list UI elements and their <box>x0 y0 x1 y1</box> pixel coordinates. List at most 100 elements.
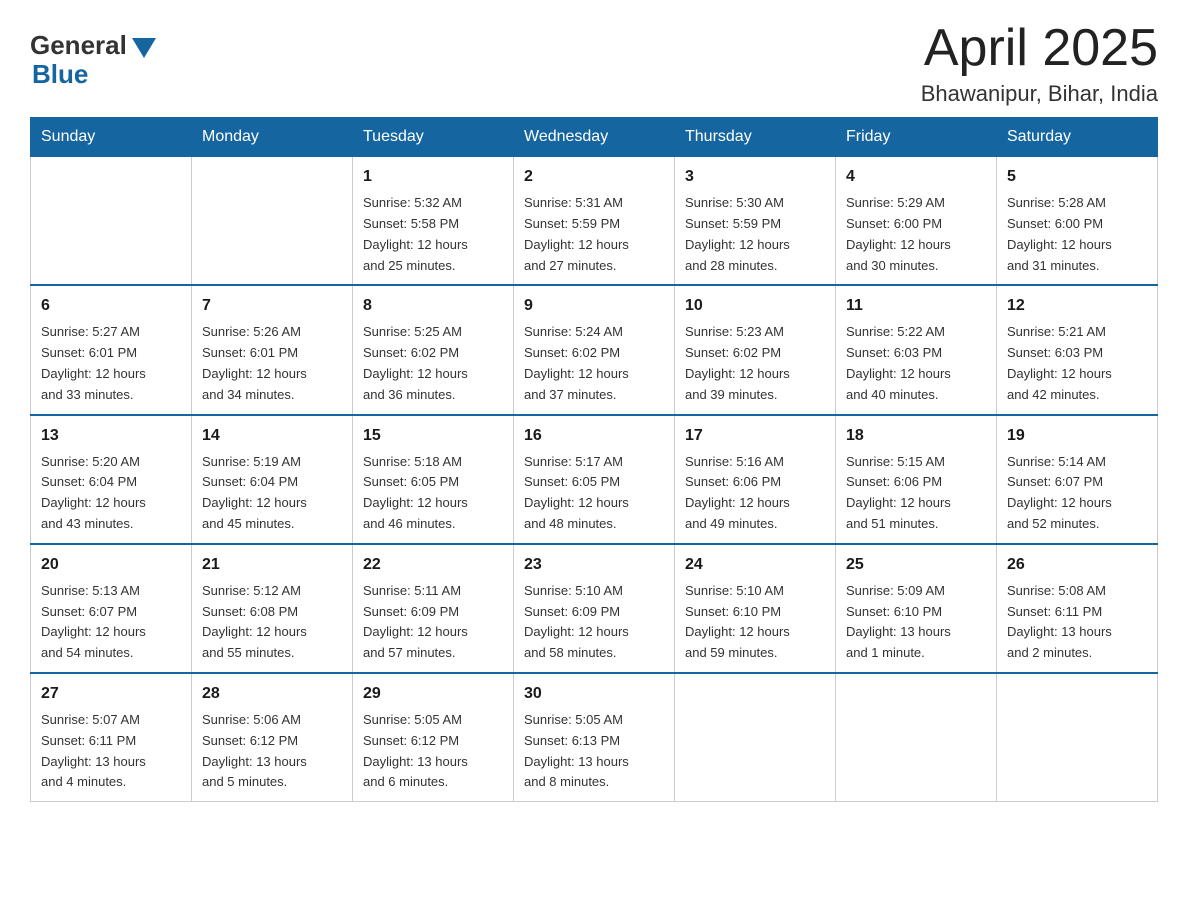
calendar-cell: 26 Sunrise: 5:08 AM Sunset: 6:11 PM Dayli… <box>997 544 1158 673</box>
logo: General Blue <box>30 30 156 90</box>
day-number: 22 <box>363 553 503 577</box>
calendar-cell: 15 Sunrise: 5:18 AM Sunset: 6:05 PM Dayli… <box>353 415 514 544</box>
calendar-cell <box>997 673 1158 802</box>
calendar-cell: 1 Sunrise: 5:32 AM Sunset: 5:58 PM Daylig… <box>353 157 514 286</box>
day-number: 6 <box>41 294 181 318</box>
calendar-cell: 16Sunrise: 5:17 AM Sunset: 6:05 PM Dayli… <box>514 415 675 544</box>
day-info: Sunrise: 5:17 AM Sunset: 6:05 PM Dayligh… <box>524 452 664 535</box>
day-number: 8 <box>363 294 503 318</box>
calendar-cell: 5 Sunrise: 5:28 AM Sunset: 6:00 PM Daylig… <box>997 157 1158 286</box>
calendar-cell: 9 Sunrise: 5:24 AM Sunset: 6:02 PM Daylig… <box>514 285 675 414</box>
calendar-cell: 23 Sunrise: 5:10 AM Sunset: 6:09 PM Dayli… <box>514 544 675 673</box>
calendar-cell: 6 Sunrise: 5:27 AM Sunset: 6:01 PM Daylig… <box>31 285 192 414</box>
calendar-cell: 14 Sunrise: 5:19 AM Sunset: 6:04 PM Dayli… <box>192 415 353 544</box>
day-info: Sunrise: 5:20 AM Sunset: 6:04 PM Dayligh… <box>41 452 181 535</box>
day-number: 4 <box>846 165 986 189</box>
day-number: 2 <box>524 165 664 189</box>
calendar-cell: 25Sunrise: 5:09 AM Sunset: 6:10 PM Dayli… <box>836 544 997 673</box>
location-text: Bhawanipur, Bihar, India <box>921 81 1158 107</box>
calendar-cell: 27Sunrise: 5:07 AM Sunset: 6:11 PM Dayli… <box>31 673 192 802</box>
day-info: Sunrise: 5:30 AM Sunset: 5:59 PM Dayligh… <box>685 193 825 276</box>
day-number: 28 <box>202 682 342 706</box>
calendar-cell: 2 Sunrise: 5:31 AM Sunset: 5:59 PM Daylig… <box>514 157 675 286</box>
calendar-cell <box>31 157 192 286</box>
day-number: 23 <box>524 553 664 577</box>
day-info: Sunrise: 5:19 AM Sunset: 6:04 PM Dayligh… <box>202 452 342 535</box>
day-number: 29 <box>363 682 503 706</box>
day-info: Sunrise: 5:14 AM Sunset: 6:07 PM Dayligh… <box>1007 452 1147 535</box>
day-number: 14 <box>202 424 342 448</box>
day-number: 21 <box>202 553 342 577</box>
day-info: Sunrise: 5:22 AM Sunset: 6:03 PM Dayligh… <box>846 322 986 405</box>
day-number: 5 <box>1007 165 1147 189</box>
day-info: Sunrise: 5:26 AM Sunset: 6:01 PM Dayligh… <box>202 322 342 405</box>
day-info: Sunrise: 5:08 AM Sunset: 6:11 PM Dayligh… <box>1007 581 1147 664</box>
day-info: Sunrise: 5:05 AM Sunset: 6:12 PM Dayligh… <box>363 710 503 793</box>
day-info: Sunrise: 5:18 AM Sunset: 6:05 PM Dayligh… <box>363 452 503 535</box>
calendar-cell <box>675 673 836 802</box>
calendar-cell: 13 Sunrise: 5:20 AM Sunset: 6:04 PM Dayli… <box>31 415 192 544</box>
calendar-cell: 21 Sunrise: 5:12 AM Sunset: 6:08 PM Dayli… <box>192 544 353 673</box>
day-number: 13 <box>41 424 181 448</box>
day-info: Sunrise: 5:15 AM Sunset: 6:06 PM Dayligh… <box>846 452 986 535</box>
calendar-cell: 7 Sunrise: 5:26 AM Sunset: 6:01 PM Daylig… <box>192 285 353 414</box>
logo-general-text: General <box>30 30 127 61</box>
header-cell-thursday: Thursday <box>675 118 836 157</box>
day-number: 20 <box>41 553 181 577</box>
calendar-table: SundayMondayTuesdayWednesdayThursdayFrid… <box>30 117 1158 802</box>
day-info: Sunrise: 5:07 AM Sunset: 6:11 PM Dayligh… <box>41 710 181 793</box>
header-cell-monday: Monday <box>192 118 353 157</box>
calendar-week-row: 27Sunrise: 5:07 AM Sunset: 6:11 PM Dayli… <box>31 673 1158 802</box>
day-number: 3 <box>685 165 825 189</box>
day-info: Sunrise: 5:29 AM Sunset: 6:00 PM Dayligh… <box>846 193 986 276</box>
day-info: Sunrise: 5:32 AM Sunset: 5:58 PM Dayligh… <box>363 193 503 276</box>
calendar-cell <box>192 157 353 286</box>
day-info: Sunrise: 5:28 AM Sunset: 6:00 PM Dayligh… <box>1007 193 1147 276</box>
calendar-week-row: 20 Sunrise: 5:13 AM Sunset: 6:07 PM Dayli… <box>31 544 1158 673</box>
day-info: Sunrise: 5:11 AM Sunset: 6:09 PM Dayligh… <box>363 581 503 664</box>
calendar-week-row: 13 Sunrise: 5:20 AM Sunset: 6:04 PM Dayli… <box>31 415 1158 544</box>
day-info: Sunrise: 5:10 AM Sunset: 6:10 PM Dayligh… <box>685 581 825 664</box>
logo-triangle-icon <box>132 38 156 58</box>
day-number: 25 <box>846 553 986 577</box>
day-number: 19 <box>1007 424 1147 448</box>
header-cell-saturday: Saturday <box>997 118 1158 157</box>
day-number: 26 <box>1007 553 1147 577</box>
day-number: 15 <box>363 424 503 448</box>
day-number: 11 <box>846 294 986 318</box>
day-info: Sunrise: 5:12 AM Sunset: 6:08 PM Dayligh… <box>202 581 342 664</box>
calendar-cell: 8 Sunrise: 5:25 AM Sunset: 6:02 PM Daylig… <box>353 285 514 414</box>
calendar-week-row: 1 Sunrise: 5:32 AM Sunset: 5:58 PM Daylig… <box>31 157 1158 286</box>
calendar-cell: 22 Sunrise: 5:11 AM Sunset: 6:09 PM Dayli… <box>353 544 514 673</box>
calendar-cell: 19 Sunrise: 5:14 AM Sunset: 6:07 PM Dayli… <box>997 415 1158 544</box>
header-cell-sunday: Sunday <box>31 118 192 157</box>
calendar-cell: 17 Sunrise: 5:16 AM Sunset: 6:06 PM Dayli… <box>675 415 836 544</box>
day-info: Sunrise: 5:31 AM Sunset: 5:59 PM Dayligh… <box>524 193 664 276</box>
day-info: Sunrise: 5:16 AM Sunset: 6:06 PM Dayligh… <box>685 452 825 535</box>
logo-blue-text: Blue <box>32 59 88 90</box>
day-number: 30 <box>524 682 664 706</box>
day-info: Sunrise: 5:05 AM Sunset: 6:13 PM Dayligh… <box>524 710 664 793</box>
day-number: 1 <box>363 165 503 189</box>
calendar-cell: 30 Sunrise: 5:05 AM Sunset: 6:13 PM Dayli… <box>514 673 675 802</box>
day-info: Sunrise: 5:10 AM Sunset: 6:09 PM Dayligh… <box>524 581 664 664</box>
calendar-cell: 11 Sunrise: 5:22 AM Sunset: 6:03 PM Dayli… <box>836 285 997 414</box>
calendar-cell: 20 Sunrise: 5:13 AM Sunset: 6:07 PM Dayli… <box>31 544 192 673</box>
calendar-cell: 24Sunrise: 5:10 AM Sunset: 6:10 PM Dayli… <box>675 544 836 673</box>
day-info: Sunrise: 5:21 AM Sunset: 6:03 PM Dayligh… <box>1007 322 1147 405</box>
calendar-header-row: SundayMondayTuesdayWednesdayThursdayFrid… <box>31 118 1158 157</box>
day-number: 12 <box>1007 294 1147 318</box>
page-header: General Blue April 2025 Bhawanipur, Biha… <box>30 20 1158 107</box>
calendar-cell <box>836 673 997 802</box>
day-info: Sunrise: 5:06 AM Sunset: 6:12 PM Dayligh… <box>202 710 342 793</box>
day-info: Sunrise: 5:27 AM Sunset: 6:01 PM Dayligh… <box>41 322 181 405</box>
day-number: 9 <box>524 294 664 318</box>
header-cell-wednesday: Wednesday <box>514 118 675 157</box>
day-number: 7 <box>202 294 342 318</box>
day-info: Sunrise: 5:13 AM Sunset: 6:07 PM Dayligh… <box>41 581 181 664</box>
day-info: Sunrise: 5:23 AM Sunset: 6:02 PM Dayligh… <box>685 322 825 405</box>
day-info: Sunrise: 5:25 AM Sunset: 6:02 PM Dayligh… <box>363 322 503 405</box>
header-cell-friday: Friday <box>836 118 997 157</box>
day-info: Sunrise: 5:24 AM Sunset: 6:02 PM Dayligh… <box>524 322 664 405</box>
day-number: 17 <box>685 424 825 448</box>
